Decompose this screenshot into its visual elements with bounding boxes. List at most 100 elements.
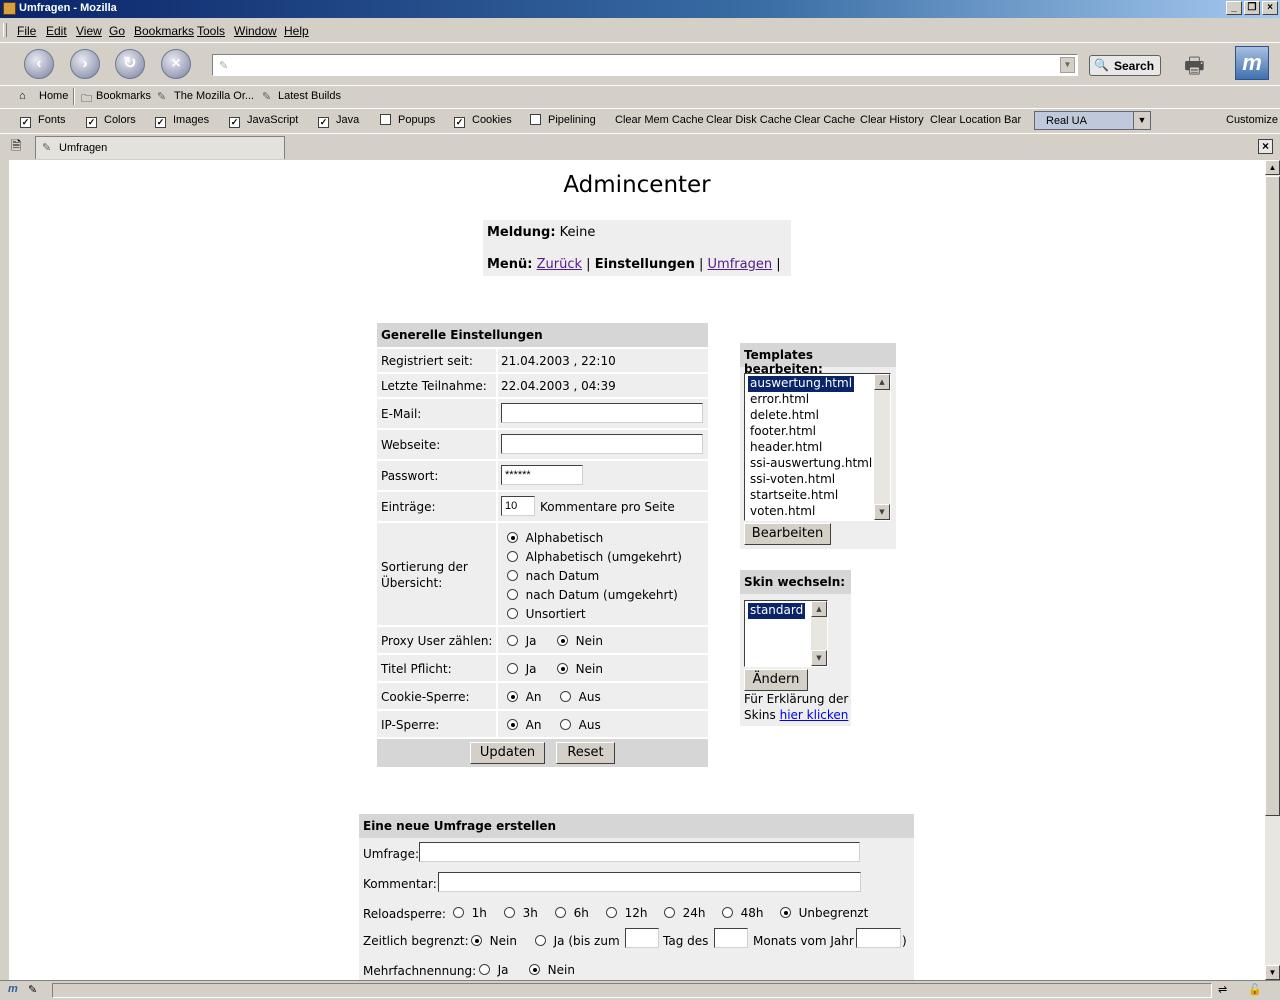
update-button[interactable]: Updaten: [470, 742, 545, 764]
bookmark-mozilla-org[interactable]: The Mozilla Or...: [174, 90, 254, 102]
reload-radio[interactable]: [722, 907, 733, 918]
pref-java[interactable]: ✓ Java: [318, 114, 359, 128]
close-tab-icon[interactable]: ×: [1258, 139, 1273, 154]
sort-radio-3[interactable]: [507, 589, 518, 600]
menu-edit[interactable]: Edit: [46, 24, 67, 38]
reload-unbegrenzt[interactable]: Unbegrenzt: [780, 906, 868, 920]
reload-6h[interactable]: 6h: [555, 906, 589, 920]
checkbox-icon[interactable]: [380, 114, 391, 125]
checkbox-icon[interactable]: ✓: [86, 117, 97, 128]
maximize-button[interactable]: ❐: [1244, 1, 1260, 15]
cookie-radio-an[interactable]: [507, 691, 518, 702]
skin-list[interactable]: standard ▲ ▼: [744, 600, 828, 667]
list-item[interactable]: delete.html: [748, 408, 821, 424]
clear-disk-cache-button[interactable]: Clear Disk Cache: [706, 114, 792, 126]
scroll-up-icon[interactable]: ▲: [811, 601, 827, 617]
proxy-radio-nein[interactable]: [557, 635, 568, 646]
scroll-up-icon[interactable]: ▲: [1265, 160, 1280, 175]
reload-radio[interactable]: [606, 907, 617, 918]
entries-field[interactable]: [501, 496, 535, 516]
ip-aus[interactable]: Aus: [560, 718, 601, 732]
proxy-radio-ja[interactable]: [507, 635, 518, 646]
skin-help-link[interactable]: hier klicken: [780, 708, 849, 722]
list-item[interactable]: header.html: [748, 440, 824, 456]
mehr-nein[interactable]: Nein: [529, 963, 575, 977]
menu-bookmarks[interactable]: Bookmarks: [134, 24, 194, 38]
ip-radio-aus[interactable]: [560, 719, 571, 730]
list-item[interactable]: footer.html: [748, 424, 818, 440]
menu-window[interactable]: Window: [234, 24, 277, 38]
reload-3h[interactable]: 3h: [504, 906, 538, 920]
reload-48h[interactable]: 48h: [722, 906, 764, 920]
day-input[interactable]: [625, 928, 659, 948]
menu-go[interactable]: Go: [109, 24, 125, 38]
password-field[interactable]: [501, 465, 583, 485]
reload-1h[interactable]: 1h: [453, 906, 487, 920]
home-button[interactable]: Home: [39, 90, 68, 102]
print-icon[interactable]: 🖶: [1184, 49, 1214, 78]
zeit-radio-nein[interactable]: [471, 935, 482, 946]
titel-nein[interactable]: Nein: [557, 662, 603, 676]
checkbox-icon[interactable]: ✓: [454, 117, 465, 128]
ip-an[interactable]: An: [507, 718, 541, 732]
titel-radio-ja[interactable]: [507, 663, 518, 674]
reload-12h[interactable]: 12h: [606, 906, 648, 920]
link-umfragen[interactable]: Umfragen: [708, 257, 773, 272]
clear-location-bar-button[interactable]: Clear Location Bar: [930, 114, 1021, 126]
menu-file[interactable]: File: [17, 24, 36, 38]
templates-list[interactable]: auswertung.html error.html delete.html f…: [744, 373, 891, 521]
url-input[interactable]: ✎ ▼: [212, 54, 1078, 76]
checkbox-icon[interactable]: ✓: [155, 117, 166, 128]
kommentar-input[interactable]: [438, 872, 861, 892]
reload-radio[interactable]: [555, 907, 566, 918]
titel-radio-nein[interactable]: [557, 663, 568, 674]
scroll-up-icon[interactable]: ▲: [874, 374, 890, 390]
menu-tools[interactable]: Tools: [197, 24, 225, 38]
new-tab-icon[interactable]: 🗎: [11, 137, 29, 155]
skin-scrollbar[interactable]: ▲ ▼: [811, 601, 827, 666]
bookmarks-button[interactable]: Bookmarks: [96, 90, 151, 102]
bearbeiten-button[interactable]: Bearbeiten: [744, 523, 831, 545]
chevron-down-icon[interactable]: ▼: [1133, 112, 1150, 129]
checkbox-icon[interactable]: ✓: [229, 117, 240, 128]
list-item[interactable]: error.html: [748, 392, 811, 408]
tab-umfragen[interactable]: ✎ Umfragen: [35, 136, 285, 159]
year-input[interactable]: [856, 928, 901, 948]
page-scrollbar[interactable]: ▲ ▼: [1265, 160, 1280, 980]
back-icon[interactable]: ‹: [24, 49, 54, 79]
reload-radio[interactable]: [664, 907, 675, 918]
month-input[interactable]: [714, 928, 748, 948]
templates-scrollbar[interactable]: ▲ ▼: [874, 374, 890, 520]
reload-radio[interactable]: [453, 907, 464, 918]
menu-help[interactable]: Help: [284, 24, 309, 38]
email-field[interactable]: [501, 403, 703, 423]
link-zurueck[interactable]: Zurück: [537, 257, 582, 272]
scroll-down-icon[interactable]: ▼: [811, 650, 827, 666]
zeit-radio-ja[interactable]: [535, 935, 546, 946]
pref-javascript[interactable]: ✓ JavaScript: [229, 114, 298, 128]
customize-button[interactable]: Customize: [1226, 114, 1278, 126]
clear-cache-button[interactable]: Clear Cache: [794, 114, 855, 126]
sort-radio-2[interactable]: [507, 570, 518, 581]
checkbox-icon[interactable]: ✓: [20, 117, 31, 128]
proxy-ja[interactable]: Ja: [507, 634, 537, 648]
aendern-button[interactable]: Ändern: [744, 669, 808, 691]
website-field[interactable]: [501, 434, 703, 454]
cookie-an[interactable]: An: [507, 690, 541, 704]
sort-radio-0[interactable]: [507, 532, 518, 543]
scroll-down-icon[interactable]: ▼: [874, 504, 890, 520]
checkbox-icon[interactable]: [530, 114, 541, 125]
mehr-ja[interactable]: Ja: [479, 963, 509, 977]
list-item[interactable]: voten.html: [748, 504, 817, 520]
proxy-nein[interactable]: Nein: [557, 634, 603, 648]
titel-ja[interactable]: Ja: [507, 662, 537, 676]
list-item[interactable]: startseite.html: [748, 488, 840, 504]
stop-icon[interactable]: ×: [161, 49, 191, 79]
pref-pipelining[interactable]: Pipelining: [530, 114, 596, 126]
forward-icon[interactable]: ›: [70, 49, 100, 79]
user-agent-select[interactable]: Real UA ▼: [1034, 111, 1151, 130]
cookie-aus[interactable]: Aus: [560, 690, 601, 704]
list-item[interactable]: standard: [748, 603, 806, 619]
scrollbar-thumb[interactable]: [1265, 176, 1280, 816]
pref-fonts[interactable]: ✓ Fonts: [20, 114, 66, 128]
